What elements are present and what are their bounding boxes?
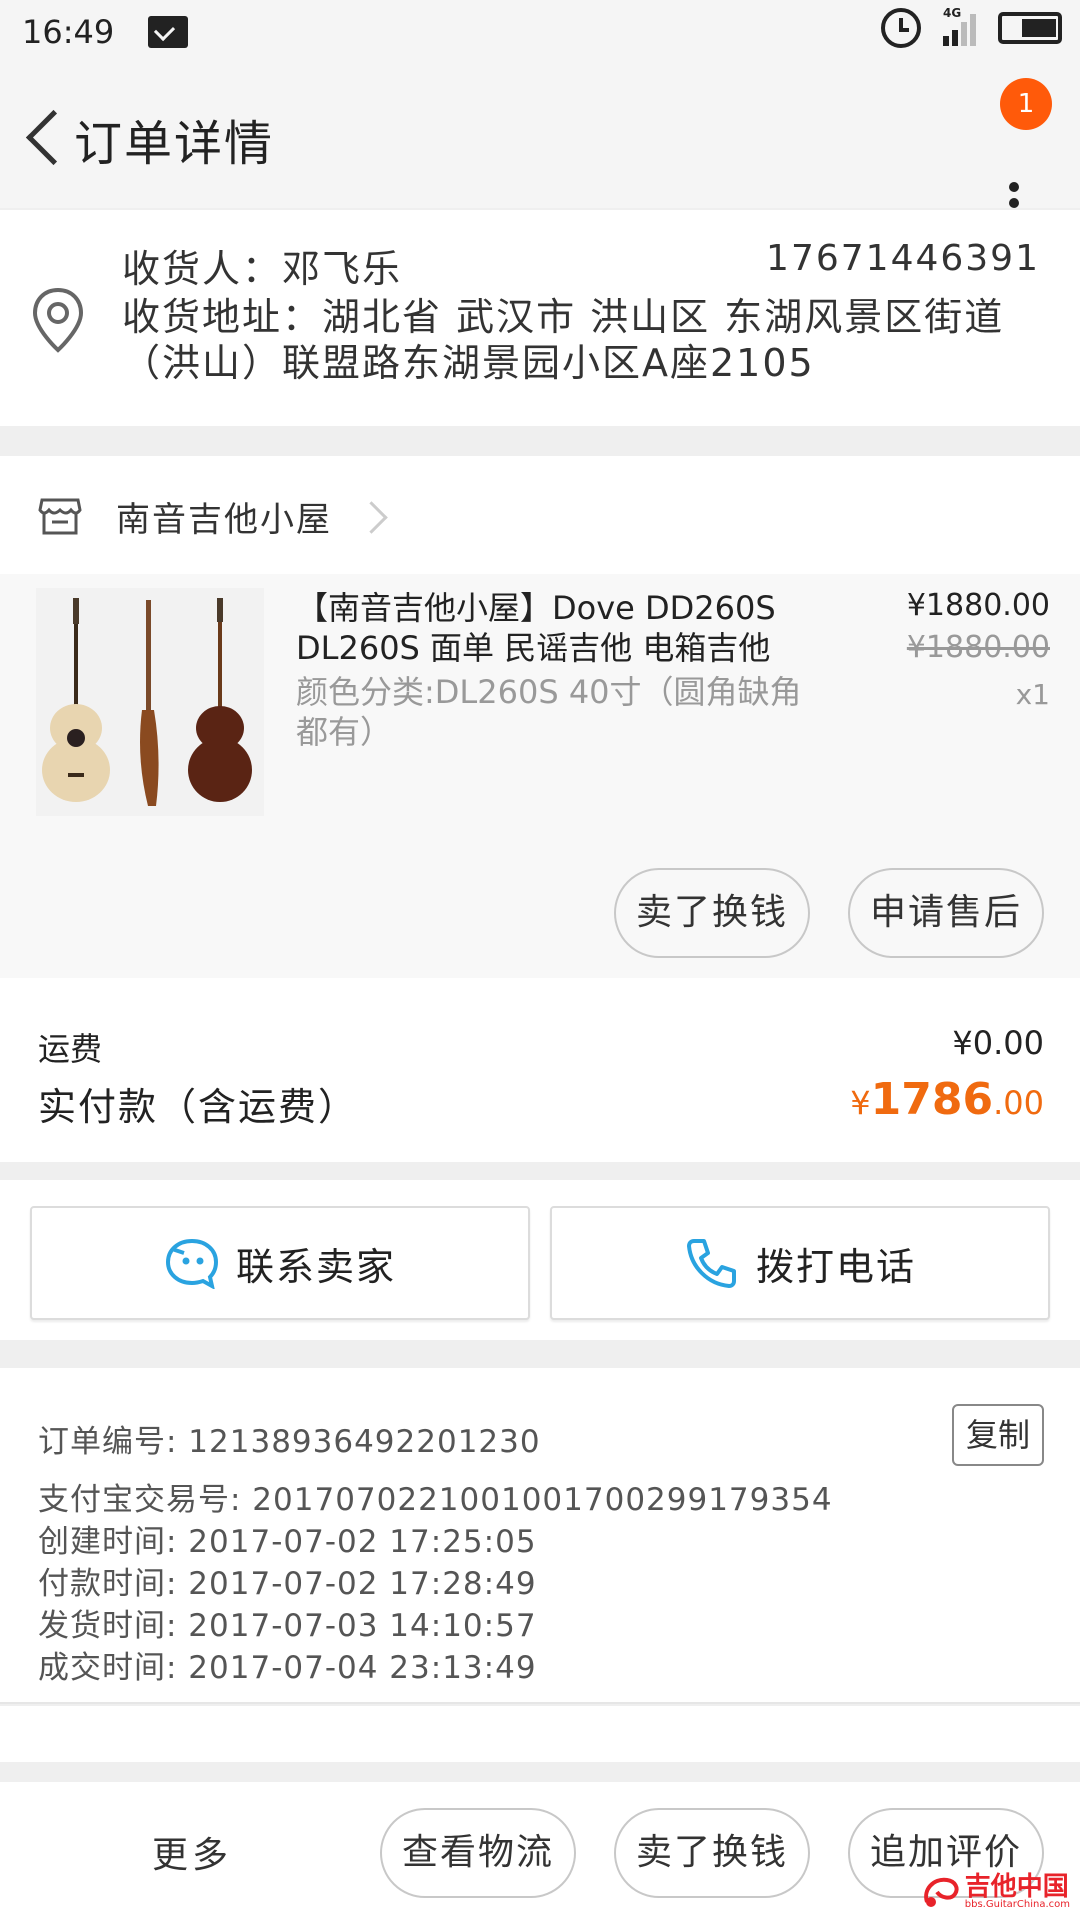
- more-menu-icon[interactable]: [1006, 164, 1020, 208]
- bottom-action-bar: 更多 查看物流 卖了换钱 追加评价: [0, 1782, 1080, 1920]
- page-title: 订单详情: [74, 116, 275, 172]
- call-phone-label: 拨打电话: [755, 1244, 916, 1289]
- shipped-time: 发货时间: 2017-07-03 14:10:57: [38, 1608, 537, 1644]
- recipient-address: 收货地址：湖北省 武汉市 洪山区 东湖风景区街道（洪山）联盟路东湖景园小区A座2…: [122, 295, 1005, 385]
- created-time: 创建时间: 2017-07-02 17:25:05: [38, 1524, 537, 1560]
- total-value: ¥1786.00: [850, 1074, 1044, 1125]
- store-icon: [38, 498, 82, 535]
- copy-button[interactable]: 复制: [952, 1404, 1044, 1466]
- total-integer: 1786: [870, 1074, 994, 1125]
- phone-icon: [686, 1239, 736, 1288]
- sell-button-bottom[interactable]: 卖了换钱: [614, 1808, 810, 1898]
- product-item[interactable]: 【南音吉他小屋】Dove DD260S DL260S 面单 民谣吉他 电箱吉他 …: [0, 574, 1080, 978]
- cost-summary: 运费 ¥0.00 实付款（含运费） ¥1786.00: [0, 978, 1080, 1162]
- watermark: 吉他中国 bbs.GuitarChina.com: [921, 1868, 1070, 1916]
- recipient-phone: 17671446391: [766, 238, 1040, 279]
- location-pin-icon: [32, 287, 84, 353]
- notification-badge: 1: [1000, 78, 1052, 130]
- total-currency: ¥: [850, 1084, 871, 1122]
- network-type: 4G: [943, 6, 962, 20]
- watermark-logo-icon: [923, 1877, 959, 1907]
- call-phone-button[interactable]: 拨打电话: [550, 1206, 1050, 1320]
- product-quantity: x1: [1015, 678, 1050, 711]
- product-original-price: ¥1880.00: [906, 630, 1050, 665]
- recipient-name: 收货人：邓飞乐: [122, 247, 403, 291]
- back-arrow-icon[interactable]: [22, 108, 66, 164]
- shipping-address-card: 收货人：邓飞乐 17671446391 收货地址：湖北省 武汉市 洪山区 东湖风…: [0, 210, 1080, 426]
- order-number: 订单编号: 12138936492201230: [38, 1424, 541, 1460]
- chat-bubble-icon: [165, 1238, 218, 1289]
- shipping-label: 运费: [38, 1030, 103, 1068]
- contact-section: 联系卖家 拨打电话: [0, 1180, 1080, 1340]
- total-decimal: .00: [993, 1084, 1044, 1122]
- status-time: 16:49: [22, 13, 115, 51]
- more-button[interactable]: 更多: [152, 1826, 232, 1878]
- battery-icon: [998, 12, 1062, 44]
- shop-row[interactable]: 南音吉他小屋: [0, 456, 1080, 574]
- sell-button[interactable]: 卖了换钱: [614, 868, 810, 958]
- product-image: [36, 588, 264, 816]
- product-price: ¥1880.00: [906, 588, 1050, 623]
- contact-seller-button[interactable]: 联系卖家: [30, 1206, 530, 1320]
- contact-seller-label: 联系卖家: [235, 1244, 396, 1289]
- total-label: 实付款（含运费）: [38, 1085, 359, 1129]
- status-bar: 16:49 4G: [0, 0, 1080, 64]
- completed-time: 成交时间: 2017-07-04 23:13:49: [38, 1650, 537, 1686]
- order-info: 订单编号: 12138936492201230 复制 支付宝交易号: 20170…: [0, 1368, 1080, 1704]
- chevron-right-icon: [358, 498, 388, 538]
- view-logistics-button[interactable]: 查看物流: [380, 1808, 576, 1898]
- paid-time: 付款时间: 2017-07-02 17:28:49: [38, 1566, 537, 1602]
- watermark-url: bbs.GuitarChina.com: [964, 1898, 1070, 1910]
- gallery-notification-icon: [148, 16, 189, 48]
- after-sale-button[interactable]: 申请售后: [848, 868, 1044, 958]
- alipay-number: 支付宝交易号: 2017070221001001700299179354: [38, 1482, 833, 1518]
- product-sku: 颜色分类:DL260S 40寸（圆角缺角都有）: [296, 673, 802, 751]
- watermark-title: 吉他中国: [964, 1871, 1069, 1902]
- spacer: [0, 1706, 1080, 1762]
- app-header: 订单详情 1: [0, 64, 1080, 208]
- signal-icon: 4G: [943, 6, 976, 46]
- shop-name: 南音吉他小屋: [116, 500, 332, 540]
- alarm-icon: [881, 8, 921, 48]
- product-title: 【南音吉他小屋】Dove DD260S DL260S 面单 民谣吉他 电箱吉他: [296, 589, 776, 667]
- shipping-value: ¥0.00: [952, 1024, 1044, 1062]
